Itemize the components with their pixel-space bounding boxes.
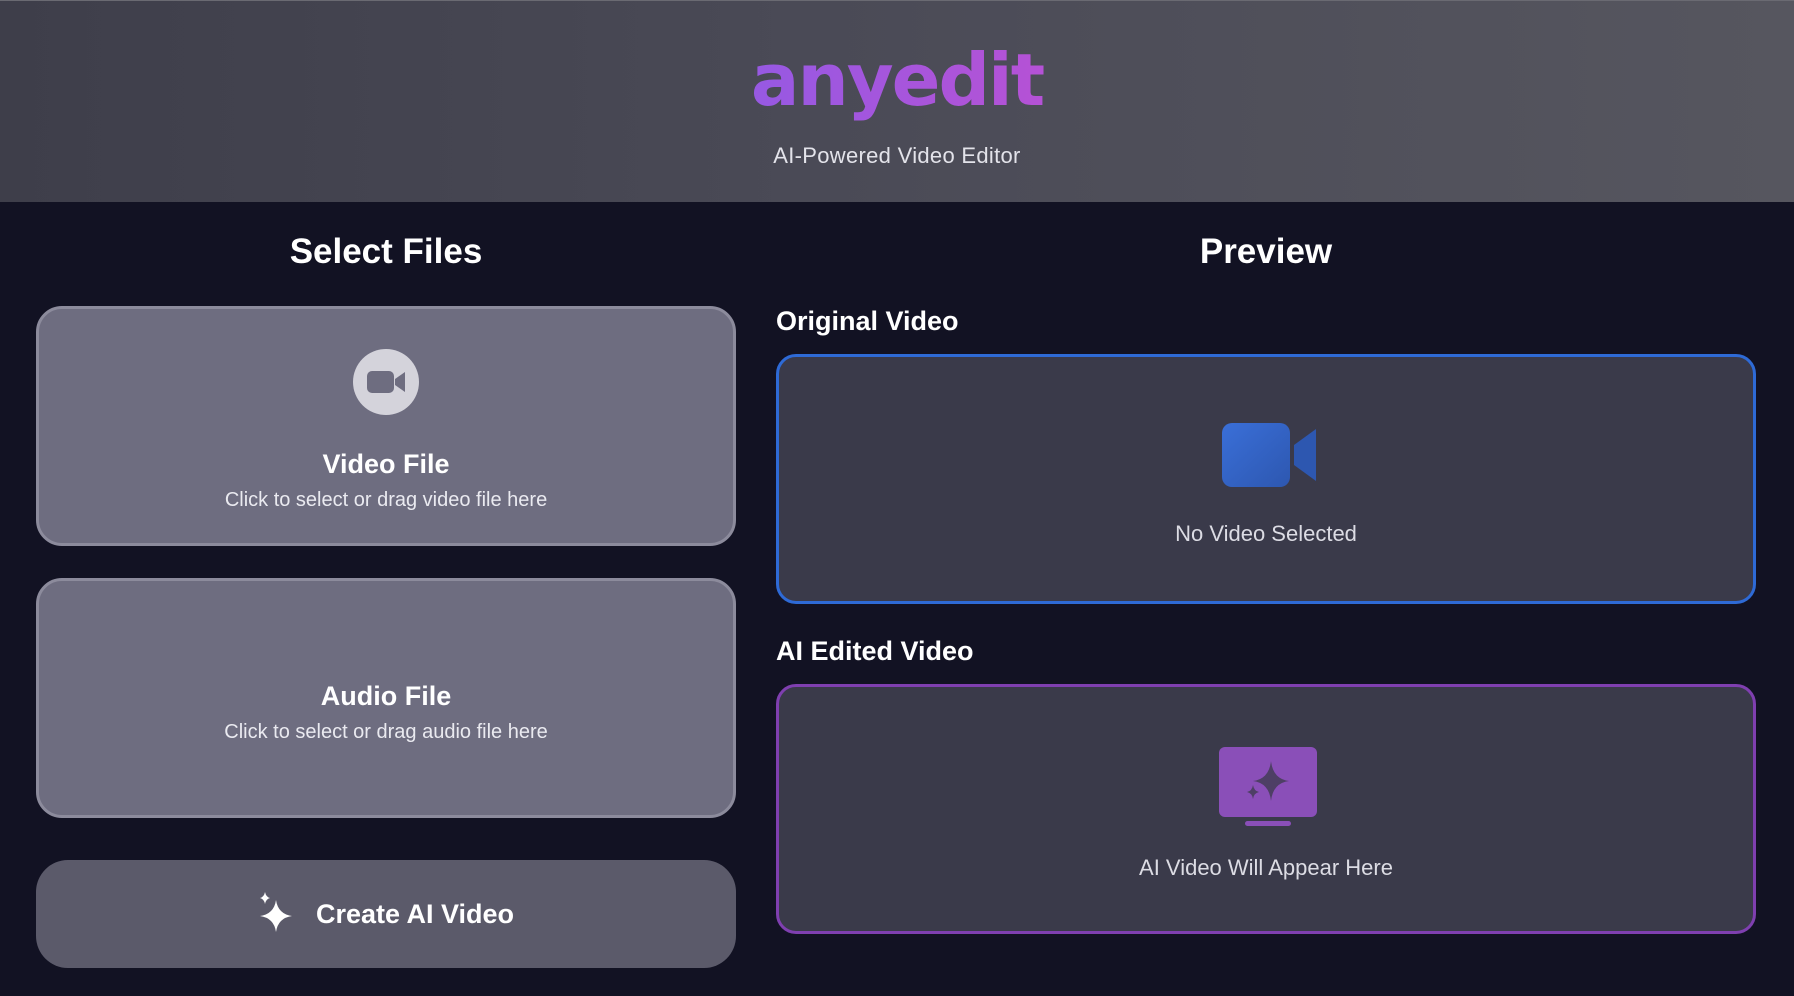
app-window: anyedit AI-Powered Video Editor Select F… (0, 0, 1794, 996)
header: anyedit AI-Powered Video Editor (0, 0, 1794, 202)
create-ai-video-label: Create AI Video (315, 898, 515, 929)
ai-monitor-icon (1219, 747, 1317, 832)
select-files-title: Select Files (289, 232, 483, 271)
ai-edited-video-label: AI Edited Video (776, 636, 974, 666)
app-logo: anyedit (0, 35, 1794, 125)
video-file-dropzone[interactable]: Video File Click to select or drag video… (36, 306, 736, 546)
app-subtitle: AI-Powered Video Editor (773, 143, 1021, 168)
original-video-label: Original Video (776, 306, 959, 336)
original-video-preview: No Video Selected (776, 354, 1756, 604)
video-file-title: Video File (322, 449, 450, 479)
sparkles-icon (258, 891, 294, 937)
audio-file-title: Audio File (320, 681, 452, 711)
video-camera-icon (1222, 423, 1318, 494)
preview-title: Preview (1199, 232, 1333, 271)
video-file-description: Click to select or drag video file here (224, 489, 548, 511)
ai-video-placeholder-text: AI Video Will Appear Here (1139, 855, 1393, 880)
ai-edited-video-preview: AI Video Will Appear Here (776, 684, 1756, 934)
logo-container: anyedit (0, 35, 1794, 125)
create-ai-video-button[interactable]: Create AI Video (36, 860, 736, 968)
audio-file-description: Click to select or drag audio file here (224, 721, 548, 743)
video-camera-icon (353, 349, 419, 415)
no-video-text: No Video Selected (1175, 521, 1357, 546)
audio-file-dropzone[interactable]: Audio File Click to select or drag audio… (36, 578, 736, 818)
